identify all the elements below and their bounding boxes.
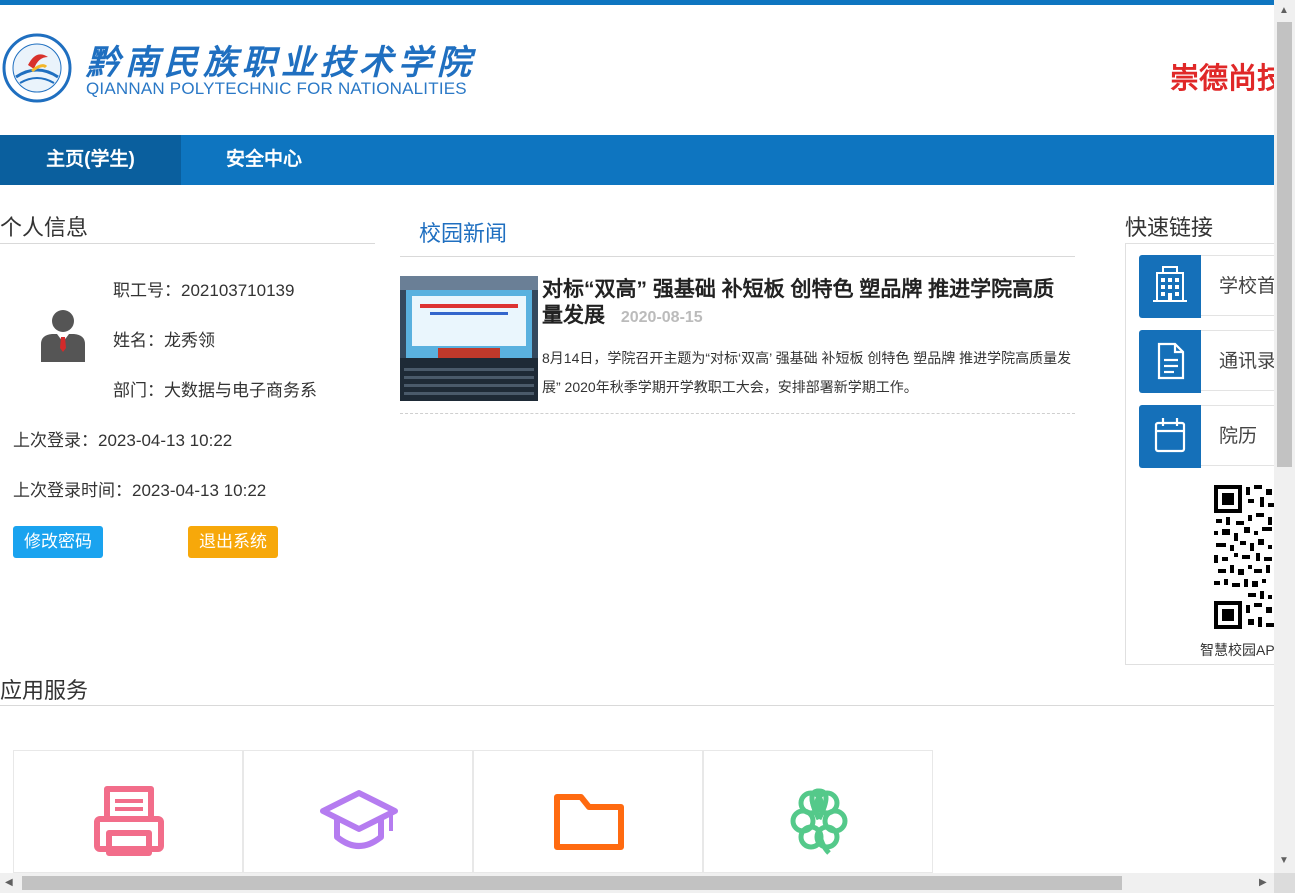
qr-code-label: 智慧校园APP xyxy=(1200,642,1274,658)
main-nav: 主页(学生) 安全中心 xyxy=(0,135,1274,185)
app-card-education[interactable] xyxy=(243,750,473,873)
school-name-en: QIANNAN POLYTECHNIC FOR NATIONALITIES xyxy=(86,79,467,98)
quick-link-label: 通讯录 xyxy=(1201,330,1274,391)
divider xyxy=(400,256,1075,257)
news-date: 2020-08-15 xyxy=(620,309,703,326)
quick-link-calendar[interactable]: 院历 xyxy=(1139,405,1274,468)
scrollbar-corner xyxy=(1274,873,1295,893)
vertical-scrollbar-thumb[interactable] xyxy=(1277,22,1292,467)
news-headline[interactable]: 对标“双高” 强基础 补短板 创特色 塑品牌 推进学院高质量发展 2020-08… xyxy=(542,277,1074,331)
logout-button[interactable]: 退出系统 xyxy=(188,526,278,558)
quick-links-title: 快速链接 xyxy=(1125,215,1214,240)
app-card-files[interactable] xyxy=(473,750,703,873)
quick-link-contacts[interactable]: 通讯录 xyxy=(1139,330,1274,393)
scroll-down-icon[interactable]: ▼ xyxy=(1279,856,1289,866)
quick-link-label: 院历 xyxy=(1201,405,1274,466)
avatar xyxy=(41,310,85,362)
personal-info-title: 个人信息 xyxy=(0,215,89,240)
app-services-title: 应用服务 xyxy=(0,678,89,703)
school-name-cn: 黔南民族职业技术学院 xyxy=(86,43,476,83)
change-password-button[interactable]: 修改密码 xyxy=(13,526,103,558)
graduation-cap-icon xyxy=(320,790,398,849)
printer-icon xyxy=(94,786,164,856)
app-qr-code xyxy=(1214,485,1274,630)
horizontal-scrollbar-thumb[interactable] xyxy=(22,876,1122,890)
quick-link-label: 学校首页 xyxy=(1201,255,1274,316)
header: 黔南民族职业技术学院 QIANNAN POLYTECHNIC FOR NATIO… xyxy=(0,5,1274,135)
department: 部门：大数据与电子商务系 xyxy=(113,381,317,400)
divider xyxy=(0,243,375,244)
scroll-right-icon[interactable]: ▶ xyxy=(1259,878,1267,888)
nav-item-security[interactable]: 安全中心 xyxy=(181,135,347,185)
news-section-title: 校园新闻 xyxy=(419,221,508,246)
last-login-time: 上次登录时间：2023-04-13 10:22 xyxy=(13,481,267,500)
scroll-left-icon[interactable]: ◀ xyxy=(5,878,13,888)
folder-icon xyxy=(554,794,624,850)
school-slogan: 崇德尚技 xyxy=(1170,63,1274,95)
clover-icon xyxy=(790,788,848,855)
document-icon xyxy=(1139,330,1201,393)
news-headline-text[interactable]: 对标“双高” 强基础 补短板 创特色 塑品牌 推进学院高质量发展 xyxy=(542,278,1054,327)
school-emblem-icon xyxy=(2,33,72,103)
divider xyxy=(0,705,1274,706)
news-divider xyxy=(400,413,1075,414)
building-icon xyxy=(1139,255,1201,318)
nav-item-home[interactable]: 主页(学生) xyxy=(0,135,181,185)
app-card-services[interactable] xyxy=(703,750,933,873)
news-summary: 8月14日，学院召开主题为“对标‘双高’ 强基础 补短板 创特色 塑品牌 推进学… xyxy=(542,350,1072,395)
scroll-up-icon[interactable]: ▲ xyxy=(1279,6,1289,16)
last-login: 上次登录：2023-04-13 10:22 xyxy=(13,431,233,450)
app-card-print[interactable] xyxy=(13,750,243,873)
user-name: 姓名：龙秀领 xyxy=(113,331,215,350)
staff-id: 职工号：202103710139 xyxy=(113,281,295,300)
quick-link-homepage[interactable]: 学校首页 xyxy=(1139,255,1274,318)
calendar-icon xyxy=(1139,405,1201,468)
news-thumbnail[interactable] xyxy=(400,276,538,401)
